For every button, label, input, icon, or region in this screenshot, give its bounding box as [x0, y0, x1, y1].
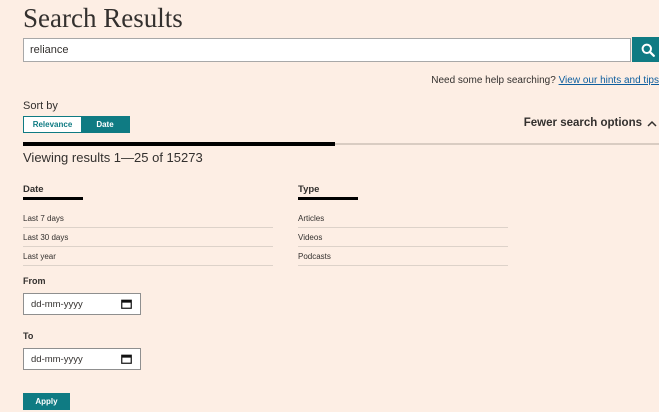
type-heading-underline — [298, 197, 358, 200]
to-date-placeholder: dd-mm-yyyy — [31, 353, 83, 365]
sort-relevance-button[interactable]: Relevance — [24, 117, 81, 132]
date-filter-last-year[interactable]: Last year — [23, 247, 273, 266]
sort-label: Sort by — [23, 100, 58, 112]
hints-link[interactable]: View our hints and tips — [559, 75, 659, 86]
type-filter-videos[interactable]: Videos — [298, 228, 508, 247]
type-filter-podcasts[interactable]: Podcasts — [298, 247, 508, 266]
type-filter-heading: Type — [298, 184, 320, 195]
from-date-placeholder: dd-mm-yyyy — [31, 298, 83, 310]
page-title: Search Results — [23, 3, 183, 33]
calendar-icon[interactable] — [121, 354, 132, 364]
to-label: To — [23, 331, 34, 341]
search-input[interactable] — [23, 38, 631, 62]
help-text: Need some help searching? View our hints… — [431, 75, 659, 86]
from-label: From — [23, 276, 46, 286]
sort-date-button[interactable]: Date — [81, 117, 129, 132]
date-filter-last-7-days[interactable]: Last 7 days — [23, 209, 273, 228]
fewer-options-label: Fewer search options — [523, 117, 642, 129]
to-date-input[interactable]: dd-mm-yyyy — [23, 348, 141, 370]
date-filter-heading: Date — [23, 184, 44, 195]
sort-toggle: Relevance Date — [23, 116, 130, 133]
from-date-input[interactable]: dd-mm-yyyy — [23, 293, 141, 315]
date-filter-last-30-days[interactable]: Last 30 days — [23, 228, 273, 247]
results-progress-fill — [23, 142, 335, 146]
type-filter-articles[interactable]: Articles — [298, 209, 508, 228]
calendar-icon[interactable] — [121, 299, 132, 309]
search-icon — [641, 43, 655, 57]
apply-button[interactable]: Apply — [23, 393, 70, 410]
help-prefix: Need some help searching? — [431, 75, 556, 86]
chevron-up-icon — [647, 120, 657, 127]
date-heading-underline — [23, 197, 83, 200]
results-summary: Viewing results 1—25 of 15273 — [23, 150, 203, 165]
search-button[interactable] — [632, 37, 659, 62]
fewer-options-toggle[interactable]: Fewer search options — [524, 117, 657, 129]
